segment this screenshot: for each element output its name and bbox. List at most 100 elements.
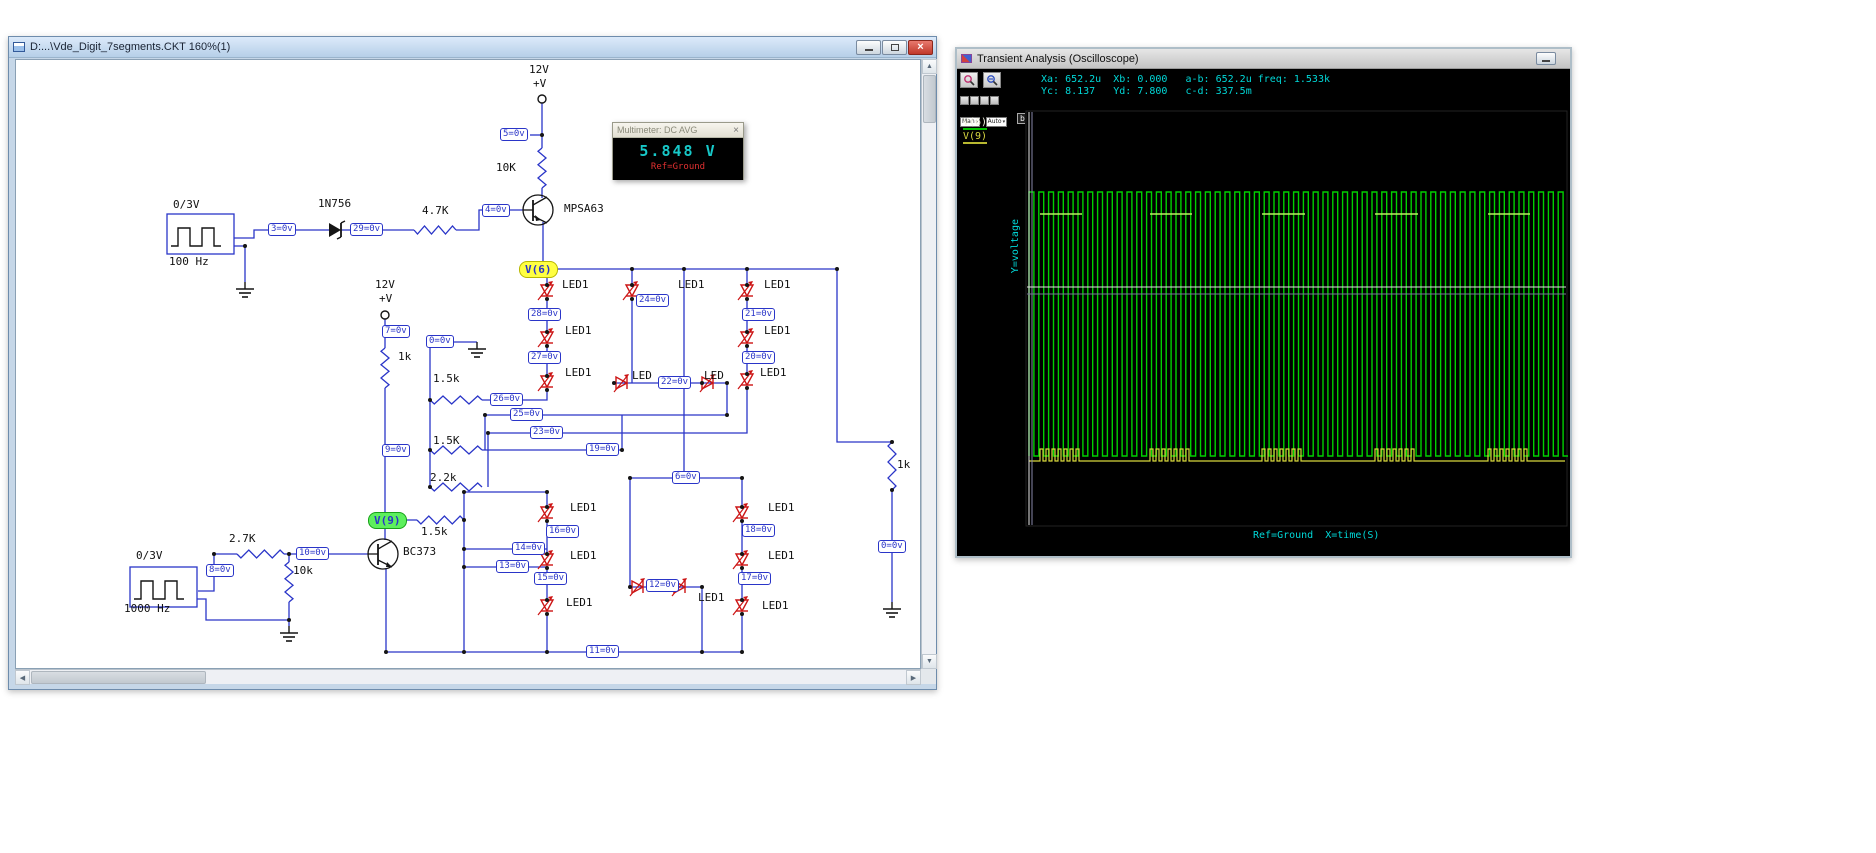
node-label-18[interactable]: 18=0v — [742, 524, 776, 537]
zoom-out-tool-button[interactable] — [983, 72, 1002, 88]
close-button[interactable]: × — [908, 39, 933, 55]
scope-toolbar-small-buttons[interactable] — [960, 92, 1038, 110]
scroll-up-arrow[interactable]: ▲ — [922, 59, 937, 74]
resistor-2.7K-label[interactable]: 2.7K — [229, 533, 256, 545]
horizontal-scroll-thumb[interactable] — [31, 671, 206, 684]
circuit-window-title: D:...\Vde_Digit_7segments.CKT 160%(1) — [30, 41, 231, 53]
multimeter-titlebar[interactable]: Multimeter: DC AVG × — [613, 123, 743, 138]
led-label[interactable]: LED1 — [698, 592, 725, 604]
node-label-22[interactable]: 22=0v — [658, 376, 692, 389]
waveform-plot[interactable] — [1025, 110, 1568, 527]
legend-v9[interactable]: V(9) — [963, 131, 988, 144]
node-label-12[interactable]: 12=0v — [646, 579, 680, 592]
multimeter-window[interactable]: Multimeter: DC AVG × 5.848 V Ref=Ground — [612, 122, 744, 180]
scrollbar-corner — [921, 669, 936, 684]
node-label-13[interactable]: 13=0v — [496, 560, 530, 573]
led-label[interactable]: LED1 — [570, 502, 597, 514]
supply1-label[interactable]: 12V — [529, 64, 549, 76]
node-label-14[interactable]: 14=0v — [512, 542, 546, 555]
vertical-scroll-thumb[interactable] — [923, 75, 936, 123]
resistor-10k-b-label[interactable]: 10k — [293, 565, 313, 577]
node-label-10[interactable]: 10=0v — [296, 547, 330, 560]
legend-v6[interactable]: V(6) — [963, 117, 988, 130]
node-label-28[interactable]: 28=0v — [528, 308, 562, 321]
probe-v9[interactable]: V(9) — [368, 512, 407, 529]
node-label-11[interactable]: 11=0v — [586, 645, 620, 658]
scope-titlebar[interactable]: Transient Analysis (Oscilloscope) — [957, 49, 1570, 69]
led-label-short[interactable]: LED — [704, 370, 724, 382]
scope-body: Man ▾ Auto ▾ Xa: 652.2u Xb: 0.000 a-b: 652… — [957, 69, 1570, 556]
transistor-mpsa63-label[interactable]: MPSA63 — [564, 203, 604, 215]
node-label-3[interactable]: 3=0v — [268, 223, 296, 236]
node-label-4[interactable]: 4=0v — [482, 204, 510, 217]
x-axis-label: Ref=Ground X=time(S) — [1253, 530, 1380, 541]
resistor-1k-label[interactable]: 1k — [398, 351, 411, 363]
zoom-tool-button[interactable] — [960, 72, 978, 88]
resistor-10K-label[interactable]: 10K — [496, 162, 516, 174]
source1-frequency-label[interactable]: 100 Hz — [169, 256, 209, 268]
zener-1n756-label[interactable]: 1N756 — [318, 198, 351, 210]
node-label-25[interactable]: 25=0v — [510, 408, 544, 421]
source1-amplitude-label[interactable]: 0/3V — [173, 199, 200, 211]
node-label-21[interactable]: 21=0v — [742, 308, 776, 321]
probe-v6[interactable]: V(6) — [519, 261, 558, 278]
led-label[interactable]: LED1 — [566, 597, 593, 609]
node-label-17[interactable]: 17=0v — [738, 572, 772, 585]
scroll-left-arrow[interactable]: ◀ — [15, 670, 30, 685]
source2-amplitude-label[interactable]: 0/3V — [136, 550, 163, 562]
horizontal-scrollbar[interactable]: ◀ ▶ — [15, 669, 921, 685]
node-label-5[interactable]: 5=0v — [500, 128, 528, 141]
circuit-window: D:...\Vde_Digit_7segments.CKT 160%(1) × … — [8, 36, 937, 690]
node-label-6[interactable]: 6=0v — [672, 471, 700, 484]
node-label-19[interactable]: 19=0v — [586, 443, 620, 456]
node-label-7[interactable]: 7=0v — [382, 325, 410, 338]
circuit-titlebar[interactable]: D:...\Vde_Digit_7segments.CKT 160%(1) × — [9, 37, 936, 58]
node-label-0b[interactable]: 0=0v — [878, 540, 906, 553]
maximize-button[interactable] — [882, 39, 907, 55]
node-label-29[interactable]: 29=0v — [350, 223, 384, 236]
supply2-label[interactable]: 12V — [375, 279, 395, 291]
resistor-1k-b-label[interactable]: 1k — [897, 459, 910, 471]
led-label[interactable]: LED1 — [768, 502, 795, 514]
node-label-16[interactable]: 16=0v — [546, 525, 580, 538]
node-label-26[interactable]: 26=0v — [490, 393, 524, 406]
resistor-2.2k-label[interactable]: 2.2k — [430, 472, 457, 484]
led-label[interactable]: LED1 — [562, 279, 589, 291]
source2-frequency-label[interactable]: 1000 Hz — [124, 603, 170, 615]
minimize-button[interactable] — [856, 39, 881, 55]
node-label-8[interactable]: 8=0v — [206, 564, 234, 577]
schematic-canvas[interactable]: 12V +V 12V +V 10K MPSA63 1N756 4.7K 1k 1… — [15, 59, 921, 669]
y-axis-label: Y=voltage — [1010, 219, 1021, 274]
led-label[interactable]: LED1 — [760, 367, 787, 379]
supply2-plus-label[interactable]: +V — [379, 293, 392, 305]
resistor-1.5k-c-label[interactable]: 1.5k — [421, 526, 448, 538]
node-label-20[interactable]: 20=0v — [742, 351, 776, 364]
scroll-down-arrow[interactable]: ▼ — [922, 654, 937, 669]
led-label-short[interactable]: LED — [632, 370, 652, 382]
led-label[interactable]: LED1 — [678, 279, 705, 291]
led-label[interactable]: LED1 — [570, 550, 597, 562]
node-label-9[interactable]: 9=0v — [382, 444, 410, 457]
led-label[interactable]: LED1 — [565, 325, 592, 337]
vertical-scrollbar[interactable]: ▲ ▼ — [921, 59, 937, 669]
led-label[interactable]: LED1 — [565, 367, 592, 379]
node-label-0a[interactable]: 0=0v — [426, 335, 454, 348]
scope-minimize-button[interactable] — [1536, 52, 1556, 65]
led-label[interactable]: LED1 — [764, 325, 791, 337]
supply1-plus-label[interactable]: +V — [533, 78, 546, 90]
multimeter-close-button[interactable]: × — [733, 125, 739, 136]
resistor-1.5K-b-label[interactable]: 1.5K — [433, 435, 460, 447]
transistor-bc373-label[interactable]: BC373 — [403, 546, 436, 558]
resistor-1.5k-a-label[interactable]: 1.5k — [433, 373, 460, 385]
scroll-right-arrow[interactable]: ▶ — [906, 670, 921, 685]
node-label-24[interactable]: 24=0v — [636, 294, 670, 307]
node-label-15[interactable]: 15=0v — [534, 572, 568, 585]
led-label[interactable]: LED1 — [764, 279, 791, 291]
led-label[interactable]: LED1 — [762, 600, 789, 612]
node-label-27[interactable]: 27=0v — [528, 351, 562, 364]
auto-select[interactable]: Auto ▾ — [985, 116, 1008, 127]
auto-select-label: Auto — [987, 118, 1002, 125]
led-label[interactable]: LED1 — [768, 550, 795, 562]
node-label-23[interactable]: 23=0v — [530, 426, 564, 439]
resistor-4.7K-label[interactable]: 4.7K — [422, 205, 449, 217]
